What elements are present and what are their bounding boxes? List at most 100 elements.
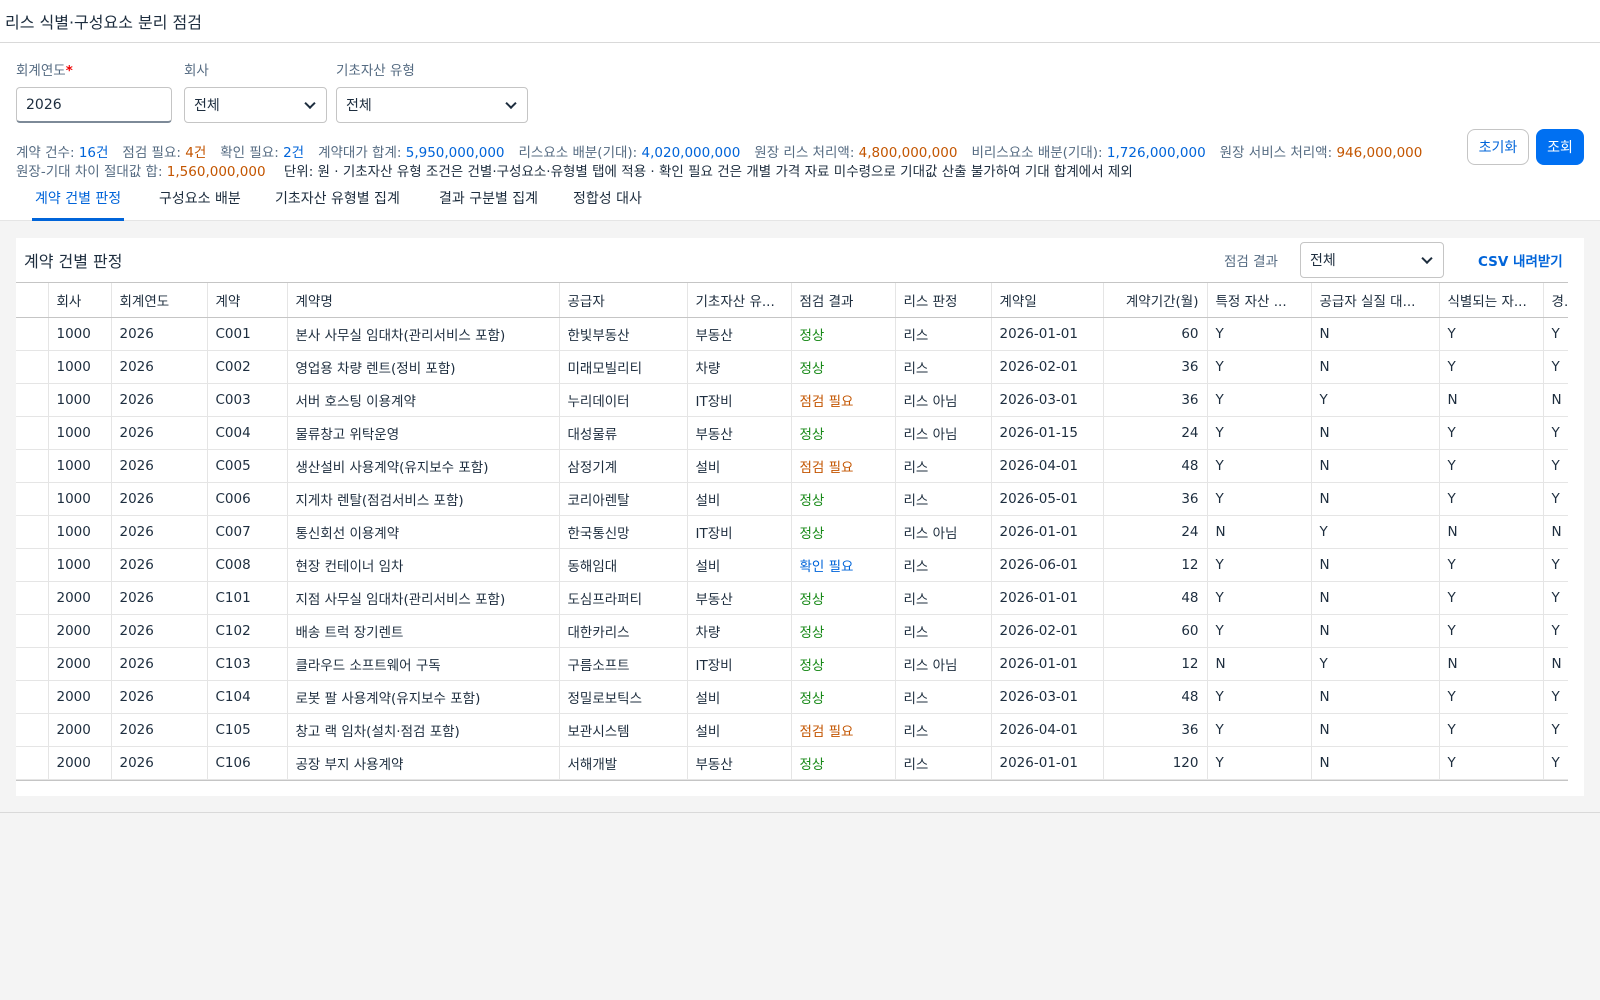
row-select-cell[interactable] [16,614,49,648]
row-select-cell[interactable] [16,482,49,516]
row-select-cell[interactable] [16,416,49,450]
row-select-cell[interactable] [16,680,49,714]
table-cell: 코리아렌탈 [559,482,688,516]
status-cell: 확인 필요 [791,548,896,582]
result-filter-value: 전체 [1310,253,1336,269]
table-cell: Y [1207,713,1312,747]
column-header[interactable]: 경 [1543,283,1568,318]
status-cell: 정상 [791,515,896,549]
table-row[interactable]: 1000 2026 C002 영업용 차량 렌트(정비 포함) 미래모빌리티 차량 정상 리스… [16,350,1568,384]
row-select-cell[interactable] [16,449,49,483]
table-row[interactable]: 2000 2026 C102 배송 트럭 장기렌트 대한카리스 차량 정상 리스 2026-02… [16,614,1568,648]
table-cell: Y [1439,746,1544,780]
summary-item-value: 4,020,000,000 [641,145,741,161]
row-select-cell[interactable] [16,383,49,417]
table-row[interactable]: 2000 2026 C103 클라우드 소프트웨어 구독 구름소프트 IT장비 정상 리스 아… [16,647,1568,681]
column-header[interactable]: 회사 [48,283,112,318]
row-select-cell[interactable] [16,581,49,615]
table-cell: N [1207,647,1312,681]
table-row[interactable]: 1000 2026 C004 물류창고 위탁운영 대성물류 부동산 정상 리스 아님 2026-… [16,416,1568,450]
column-header[interactable]: 식별되는 자... [1439,283,1544,318]
table-cell: 2026-01-01 [991,746,1104,780]
table-cell: C002 [207,350,288,384]
table-cell: 2026 [111,383,208,417]
company-select[interactable]: 전체 [184,87,327,123]
table-cell: 2000 [48,614,112,648]
status-cell: 정상 [791,746,896,780]
table-cell: Y [1311,515,1440,549]
tab-5[interactable]: 정합성 대사 [570,178,645,221]
row-select-cell[interactable] [16,350,49,384]
row-select-cell[interactable] [16,515,49,549]
column-header[interactable]: 리스 판정 [895,283,992,318]
column-header[interactable]: 계약 [207,283,288,318]
table-row[interactable]: 1000 2026 C007 통신회선 이용계약 한국통신망 IT장비 정상 리스 아님 202… [16,515,1568,549]
row-select-cell[interactable] [16,548,49,582]
csv-download-link[interactable]: CSV 내려받기 [1478,250,1563,270]
summary-item: 확인 필요: 2건 [220,145,304,161]
year-label: 회계연도* [16,61,172,81]
table-row[interactable]: 1000 2026 C006 지게차 렌탈(점검서비스 포함) 코리아렌탈 설비 정상 리스 2… [16,482,1568,516]
required-mark: * [65,63,73,79]
asset-type-label: 기초자산 유형 [336,63,415,79]
table-cell: 12 [1103,647,1208,681]
tab-1[interactable]: 계약 건별 판정 [32,178,125,221]
table-cell: 리스 아님 [895,416,992,450]
tab-2[interactable]: 구성요소 배분 [156,178,244,221]
table-cell: 지게차 렌탈(점검서비스 포함) [287,482,560,516]
table-row[interactable]: 1000 2026 C005 생산설비 사용계약(유지보수 포함) 삼정기계 설비 점검 필… [16,449,1568,483]
table-row[interactable]: 2000 2026 C101 지점 사무실 임대차(관리서비스 포함) 도심프라퍼티 부동… [16,581,1568,615]
table-cell: 설비 [687,548,792,582]
table-cell: 대한카리스 [559,614,688,648]
table-cell: IT장비 [687,383,792,417]
column-header[interactable]: 계약명 [287,283,560,318]
summary-item-value: 1,726,000,000 [1106,145,1206,161]
summary-item-label: 원장 리스 처리액: [754,145,859,161]
table-cell: 2026-02-01 [991,350,1104,384]
table-cell: 본사 사무실 임대차(관리서비스 포함) [287,317,560,351]
column-header[interactable]: 계약기간(월) [1103,283,1208,318]
column-header[interactable]: 특정 자산 ... [1207,283,1312,318]
table-cell: 서해개발 [559,746,688,780]
column-header[interactable]: 공급자 실질 대... [1311,283,1440,318]
tab-4[interactable]: 결과 구분별 집계 [436,178,541,221]
summary-item-label: 비리스요소 배분(기대): [971,145,1107,161]
table-row[interactable]: 1000 2026 C008 현장 컨테이너 임차 동해임대 설비 확인 필요 리스 2026-… [16,548,1568,582]
year-input[interactable]: 2026 [16,87,172,123]
table-cell: Y [1543,713,1568,747]
table-row[interactable]: 1000 2026 C003 서버 호스팅 이용계약 누리데이터 IT장비 점검 필요 리스 … [16,383,1568,417]
row-select-cell[interactable] [16,317,49,351]
row-select-cell[interactable] [16,713,49,747]
status-cell: 정상 [791,482,896,516]
table-cell: C005 [207,449,288,483]
table-cell: 2026 [111,449,208,483]
row-select-cell[interactable] [16,647,49,681]
asset-type-select[interactable]: 전체 [336,87,528,123]
column-header[interactable]: 계약일 [991,283,1104,318]
table-cell: 2026-01-01 [991,647,1104,681]
column-header[interactable]: 점검 결과 [791,283,896,318]
table-cell: N [1439,515,1544,549]
table-cell: Y [1207,350,1312,384]
table-cell: Y [1439,350,1544,384]
table-cell: C008 [207,548,288,582]
table-row[interactable]: 2000 2026 C105 창고 랙 임차(설치·점검 포함) 보관시스템 설비 점검 필… [16,713,1568,747]
table-row[interactable]: 1000 2026 C001 본사 사무실 임대차(관리서비스 포함) 한빛부동산 부동산… [16,317,1568,351]
table-row[interactable]: 2000 2026 C104 로봇 팔 사용계약(유지보수 포함) 정밀로보틱스 설비 정상… [16,680,1568,714]
table-cell: Y [1543,317,1568,351]
table-cell: 2026-02-01 [991,614,1104,648]
tab-3[interactable]: 기초자산 유형별 집계 [272,178,403,221]
table-cell: 리스 [895,350,992,384]
table-scroll[interactable]: 회사 회계연도 계약 계약명 공급자 기초자산 유... 점검 결과 리스 판정 계약일 계약기간… [16,282,1568,781]
reset-button[interactable]: 초기화 [1467,129,1529,165]
table-cell: Y [1543,614,1568,648]
column-header[interactable]: 회계연도 [111,283,208,318]
result-filter-select[interactable]: 전체 [1300,242,1444,278]
search-button[interactable]: 조회 [1536,129,1584,165]
row-select-cell[interactable] [16,746,49,780]
column-header[interactable]: 기초자산 유... [687,283,792,318]
column-header[interactable]: 공급자 [559,283,688,318]
table-row[interactable]: 2000 2026 C106 공장 부지 사용계약 서해개발 부동산 정상 리스 2026-01… [16,746,1568,780]
table-cell: 리스 [895,614,992,648]
table-cell: C003 [207,383,288,417]
